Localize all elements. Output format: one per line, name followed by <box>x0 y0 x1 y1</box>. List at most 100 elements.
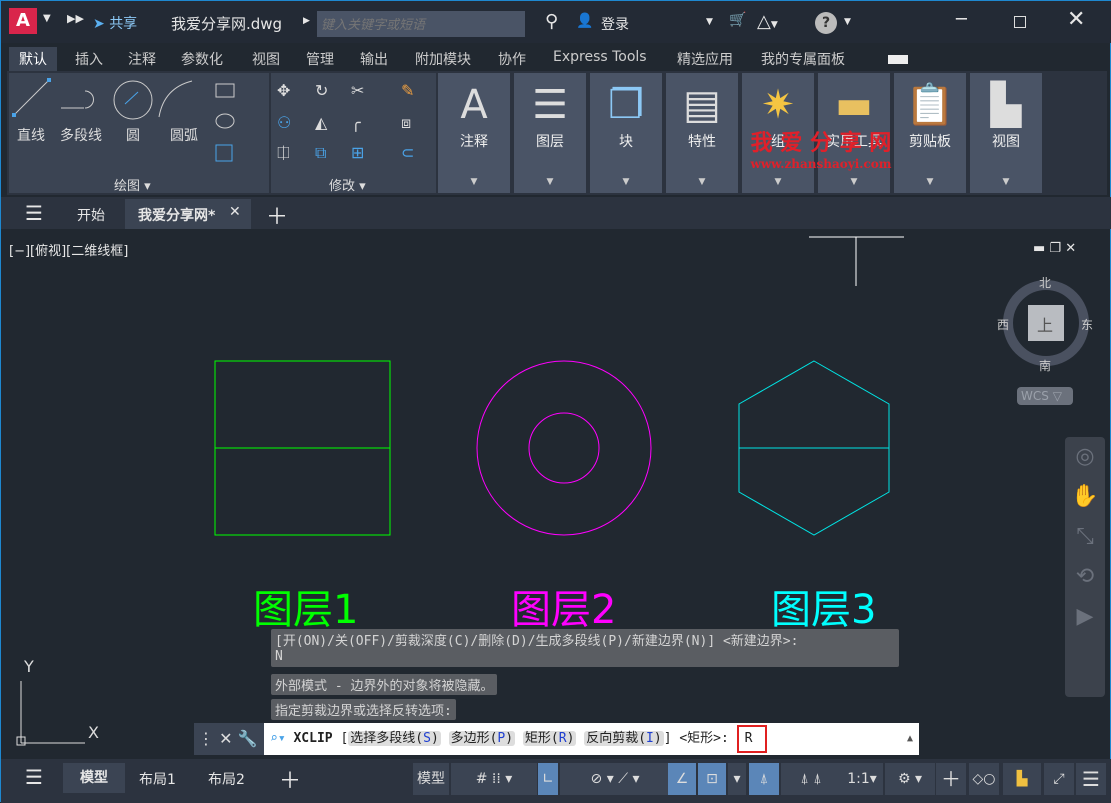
share-button[interactable]: ➤ 共享 <box>93 13 137 33</box>
polar-osnap-toggles[interactable]: ⊘ ▾ ⟋ ▾ <box>560 763 670 795</box>
tab-express-tools[interactable]: Express Tools <box>543 47 657 71</box>
modify-panel-title[interactable]: 修改 ▾ <box>329 175 366 194</box>
tab-annotate[interactable]: 注释 <box>118 47 166 71</box>
steering-wheel-icon[interactable]: ◎ <box>1065 437 1105 477</box>
command-line-handle[interactable]: ⋮ ✕ 🔧 <box>194 723 264 755</box>
fillet-icon[interactable]: ╭ <box>351 113 361 132</box>
draw-panel-title[interactable]: 绘图 ▾ <box>114 175 151 194</box>
add-layout-button[interactable]: ＋ <box>279 763 301 795</box>
offset-icon[interactable]: ⊂ <box>401 143 414 162</box>
help-button[interactable]: ? <box>815 12 837 34</box>
properties-panel-button[interactable]: ▤ 特性 ▼ <box>666 73 738 193</box>
tab-collaborate[interactable]: 协作 <box>488 47 536 71</box>
workspace-icon[interactable]: ▙ <box>1003 763 1041 795</box>
option-select-polyline[interactable]: 选择多段线(S) <box>348 731 441 746</box>
arc-tool[interactable]: 圆弧 <box>170 125 198 145</box>
model-space-button[interactable]: 模型 <box>413 763 449 795</box>
drawing-canvas[interactable] <box>1 231 1111 761</box>
start-tab[interactable]: 开始 <box>77 205 105 225</box>
command-input[interactable]: ⌕▾ XCLIP [选择多段线(S) 多边形(P) 矩形(R) 反向剪裁(I)]… <box>264 723 919 755</box>
isolate-objects-icon[interactable]: ◇○ <box>969 763 999 795</box>
view-panel-button[interactable]: ▙ 视图 ▼ <box>970 73 1042 193</box>
login-dropdown-icon[interactable]: ▼ <box>706 17 713 27</box>
annotation-panel-button[interactable]: A 注释 ▼ <box>438 73 510 193</box>
annotation-scale-dropdown[interactable]: 1:1▾ <box>841 763 883 795</box>
minimize-button[interactable]: ─ <box>956 9 967 30</box>
scale-icon[interactable]: ⧉ <box>315 143 326 163</box>
grid-snap-toggles[interactable]: # ⁞⁞ ▾ <box>451 763 537 795</box>
dynamic-input-toggle[interactable]: ⊡ <box>698 763 726 795</box>
help-dropdown-icon[interactable]: ▼ <box>844 17 851 27</box>
command-name: XCLIP <box>293 731 333 746</box>
search-icon[interactable]: ⚲ <box>545 11 558 32</box>
app-menu-arrow-icon[interactable]: ▼ <box>43 13 51 24</box>
search-input[interactable] <box>317 11 525 37</box>
pan-icon[interactable]: ✋ <box>1065 477 1105 517</box>
navigation-bar[interactable]: ◎ ✋ ⤡ ⟲ ▶ <box>1065 437 1105 697</box>
command-value[interactable]: R <box>736 724 767 753</box>
tab-view[interactable]: 视图 <box>242 47 290 71</box>
osnap-tracking-toggle[interactable]: ∠ <box>668 763 696 795</box>
maximize-button[interactable] <box>1014 16 1026 28</box>
file-menu-icon[interactable]: ☰ <box>25 201 43 225</box>
move-icon[interactable]: ✥ <box>277 81 290 100</box>
stretch-icon[interactable]: ⎅ <box>277 143 290 163</box>
3d-box-icon[interactable]: ⧈ <box>401 113 411 133</box>
compass-south[interactable]: 南 <box>1039 357 1051 374</box>
cart-icon[interactable]: 🛒 <box>729 12 746 28</box>
customize-menu-icon[interactable]: ☰ <box>1076 763 1106 795</box>
option-rectangle[interactable]: 矩形(R) <box>522 731 577 746</box>
erase-icon[interactable]: ✎ <box>401 81 414 100</box>
add-button[interactable]: ＋ <box>936 763 966 795</box>
app-logo[interactable]: A <box>9 8 37 34</box>
compass-north[interactable]: 北 <box>1039 274 1051 291</box>
layout-menu-icon[interactable]: ☰ <box>25 765 43 789</box>
trim-icon[interactable]: ✂ <box>351 81 364 100</box>
option-polygon[interactable]: 多边形(P) <box>448 731 516 746</box>
rotate-icon[interactable]: ↻ <box>315 81 328 100</box>
layout2-tab[interactable]: 布局2 <box>208 769 245 789</box>
tab-parametric[interactable]: 参数化 <box>171 47 233 71</box>
compass-west[interactable]: 西 <box>997 316 1009 333</box>
zoom-extents-icon[interactable]: ⤡ <box>1065 517 1105 557</box>
fullscreen-icon[interactable]: ⤢ <box>1044 763 1074 795</box>
line-tool[interactable]: 直线 <box>17 125 45 145</box>
ortho-toggle[interactable]: ∟ <box>538 763 558 795</box>
copy-icon[interactable]: ⚇ <box>277 113 291 132</box>
new-tab-button[interactable]: ＋ <box>266 199 288 231</box>
close-button[interactable]: ✕ <box>1067 7 1085 32</box>
polyline-tool[interactable]: 多段线 <box>60 125 102 145</box>
quick-access-expand-icon[interactable]: ▶▶ <box>67 12 84 25</box>
annotation-scale-icons[interactable]: ⍋ ⍋ <box>781 763 841 795</box>
tab-default[interactable]: 默认 <box>9 47 57 71</box>
command-history-toggle-icon[interactable]: ▲ <box>907 723 913 755</box>
close-tab-icon[interactable]: ✕ <box>229 204 241 220</box>
settings-gear-icon[interactable]: ⚙ ▾ <box>885 763 935 795</box>
autodesk-app-icon[interactable]: △▼ <box>757 11 778 32</box>
tab-output[interactable]: 输出 <box>350 47 398 71</box>
layers-panel-button[interactable]: ☰ 图层 ▼ <box>514 73 586 193</box>
orbit-icon[interactable]: ⟲ <box>1065 557 1105 597</box>
array-icon[interactable]: ⊞ <box>351 143 364 162</box>
viewcube-top[interactable]: 上 <box>1037 312 1053 336</box>
dropdown-icon[interactable]: ▾ <box>728 763 746 795</box>
model-tab[interactable]: 模型 <box>63 763 125 793</box>
mirror-icon[interactable]: ◭ <box>315 113 327 132</box>
layout1-tab[interactable]: 布局1 <box>139 769 176 789</box>
circle-tool[interactable]: 圆 <box>126 125 140 145</box>
search-expand-icon[interactable]: ▶ <box>303 16 310 26</box>
tab-addins[interactable]: 附加模块 <box>405 47 481 71</box>
tab-my-panel[interactable]: 我的专属面板 <box>751 47 855 71</box>
annotation-visibility-toggle[interactable]: ⍋ <box>749 763 779 795</box>
tab-insert[interactable]: 插入 <box>65 47 113 71</box>
tab-featured-apps[interactable]: 精选应用 <box>667 47 743 71</box>
tab-manage[interactable]: 管理 <box>296 47 344 71</box>
user-icon[interactable]: 👤 <box>576 13 593 29</box>
wcs-dropdown[interactable]: WCS ▽ <box>1017 387 1073 405</box>
compass-east[interactable]: 东 <box>1081 316 1093 333</box>
block-panel-button[interactable]: ❐ 块 ▼ <box>590 73 662 193</box>
option-invert-clip[interactable]: 反向剪裁(I) <box>584 731 664 746</box>
login-button[interactable]: 登录 <box>601 14 629 34</box>
showmotion-icon[interactable]: ▶ <box>1065 597 1105 637</box>
ribbon-minimize-button[interactable] <box>888 55 908 64</box>
